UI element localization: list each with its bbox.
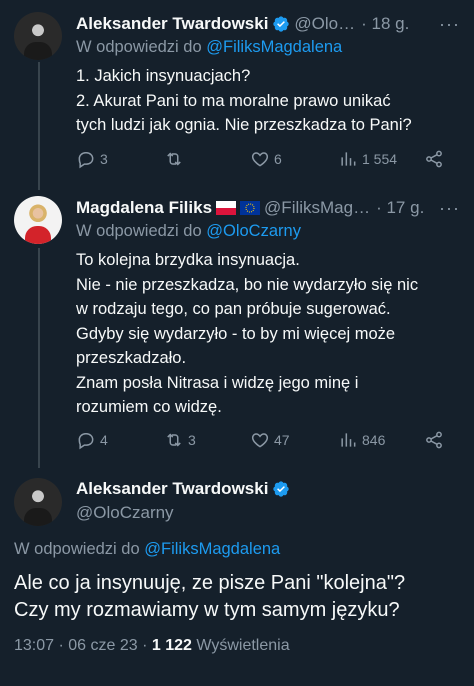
reply-to-link[interactable]: @OloCzarny bbox=[206, 222, 301, 240]
views-button[interactable]: 1 554 bbox=[338, 148, 397, 170]
reply-button[interactable]: 4 bbox=[76, 429, 108, 451]
like-button[interactable]: 6 bbox=[250, 148, 282, 170]
views-button[interactable]: 846 bbox=[338, 429, 385, 451]
reply-context: W odpowiedzi do @OloCzarny bbox=[76, 222, 301, 241]
reply-count: 3 bbox=[100, 151, 108, 167]
like-count: 6 bbox=[274, 151, 282, 167]
reply-to-link[interactable]: @FiliksMagdalena bbox=[144, 540, 280, 558]
main-views-label: Wyświetlenia bbox=[196, 637, 290, 654]
like-icon bbox=[251, 433, 269, 448]
main-tweet-header: Aleksander Twardowski @OloCzarny bbox=[76, 479, 290, 523]
tweet-line: 2. Akurat Pani to ma moralne prawo unika… bbox=[76, 91, 391, 110]
author-handle[interactable]: @FiliksMag… bbox=[264, 198, 370, 218]
tweet-line: Ale co ja insynuuję, ze pisze Pani "kole… bbox=[14, 572, 406, 594]
tweet-line: przeszkadzało. bbox=[76, 349, 187, 367]
views-icon bbox=[341, 433, 356, 447]
tweet-1[interactable]: Aleksander Twardowski @Olo… · 18 g. ··· … bbox=[0, 12, 474, 180]
reply-prefix: W odpowiedzi do bbox=[76, 222, 202, 240]
tweet-line: Czy my rozmawiamy w tym samym języku? bbox=[14, 599, 400, 621]
action-bar: 4 3 47 846 bbox=[76, 429, 448, 451]
main-tweet-text: Ale co ja insynuuję, ze pisze Pani "kole… bbox=[14, 570, 460, 624]
retweet-button[interactable] bbox=[164, 148, 188, 170]
reply-count: 4 bbox=[100, 432, 108, 448]
reply-prefix: W odpowiedzi do bbox=[76, 38, 202, 56]
main-author-handle[interactable]: @OloCzarny bbox=[76, 503, 290, 523]
tweet-2[interactable]: Magdalena Filiks @FiliksMag… · 17 g. ···… bbox=[0, 196, 474, 458]
retweet-icon bbox=[167, 433, 181, 447]
tweet-text: 1. Jakich insynuacjach? 2. Akurat Pani t… bbox=[76, 64, 458, 138]
main-avatar[interactable] bbox=[14, 478, 62, 526]
share-icon bbox=[426, 150, 442, 168]
tweet-header: Magdalena Filiks @FiliksMag… · 17 g. ··· bbox=[76, 196, 460, 220]
reply-icon bbox=[78, 152, 94, 169]
share-button[interactable] bbox=[424, 148, 444, 170]
reply-context: W odpowiedzi do @FiliksMagdalena bbox=[76, 38, 342, 57]
views-count: 846 bbox=[362, 432, 386, 448]
poland-flag-icon bbox=[216, 201, 237, 215]
author-handle[interactable]: @Olo… bbox=[294, 14, 355, 34]
more-options-icon[interactable]: ··· bbox=[439, 14, 460, 35]
verified-badge-icon bbox=[273, 481, 290, 497]
tweet-datetime[interactable]: 13:07 · 06 cze 23 · bbox=[14, 637, 147, 654]
eu-flag-icon bbox=[240, 201, 261, 215]
tweet-line: To kolejna brzydka insynuacja. bbox=[76, 251, 300, 269]
author-name[interactable]: Magdalena Filiks bbox=[76, 198, 212, 218]
tweet-line: 1. Jakich insynuacjach? bbox=[76, 67, 251, 85]
views-icon bbox=[341, 152, 356, 166]
tweet-line: Gdyby się wydarzyło - to by mi więcej mo… bbox=[76, 324, 396, 343]
main-views-count: 1 122 bbox=[151, 637, 192, 654]
retweet-icon bbox=[167, 152, 181, 166]
tweet-line: w rodzaju tego, co pan próbuje sugerować… bbox=[76, 300, 391, 318]
tweet-line: tych ludzi jak ognia. Nie przeszkadza to… bbox=[76, 116, 412, 134]
verified-badge-icon bbox=[273, 16, 290, 32]
like-button[interactable]: 47 bbox=[250, 429, 290, 451]
main-reply-context: W odpowiedzi do @FiliksMagdalena bbox=[14, 540, 280, 559]
reply-to-link[interactable]: @FiliksMagdalena bbox=[206, 38, 342, 56]
timestamp[interactable]: · 17 g. bbox=[376, 198, 424, 218]
like-count: 47 bbox=[274, 432, 290, 448]
reply-button[interactable]: 3 bbox=[76, 148, 108, 170]
share-icon bbox=[426, 431, 442, 449]
more-options-icon[interactable]: ··· bbox=[439, 198, 460, 219]
retweet-count: 3 bbox=[188, 432, 196, 448]
like-icon bbox=[251, 152, 269, 167]
tweet-line: Nie - nie przeszkadza, bo nie wydarzyło … bbox=[76, 275, 419, 294]
reply-prefix: W odpowiedzi do bbox=[14, 540, 140, 558]
tweet-header: Aleksander Twardowski @Olo… · 18 g. ··· bbox=[76, 12, 460, 36]
tweet-meta: 13:07 · 06 cze 23 · 1 122 Wyświetlenia bbox=[14, 637, 290, 655]
views-count: 1 554 bbox=[362, 151, 398, 167]
tweet-line: rozumiem co widzę. bbox=[76, 398, 222, 416]
author-name[interactable]: Aleksander Twardowski bbox=[76, 14, 268, 34]
share-button[interactable] bbox=[424, 429, 444, 451]
retweet-button[interactable]: 3 bbox=[164, 429, 196, 451]
timestamp[interactable]: · 18 g. bbox=[361, 14, 409, 34]
main-author-name[interactable]: Aleksander Twardowski bbox=[76, 479, 268, 499]
avatar[interactable] bbox=[14, 12, 62, 60]
tweet-line: Znam posła Nitrasa i widzę jego minę i bbox=[76, 373, 359, 392]
action-bar: 3 6 1 554 bbox=[76, 148, 448, 170]
reply-icon bbox=[78, 433, 94, 450]
avatar[interactable] bbox=[14, 196, 62, 244]
tweet-text: To kolejna brzydka insynuacja. Nie - nie… bbox=[76, 248, 458, 420]
